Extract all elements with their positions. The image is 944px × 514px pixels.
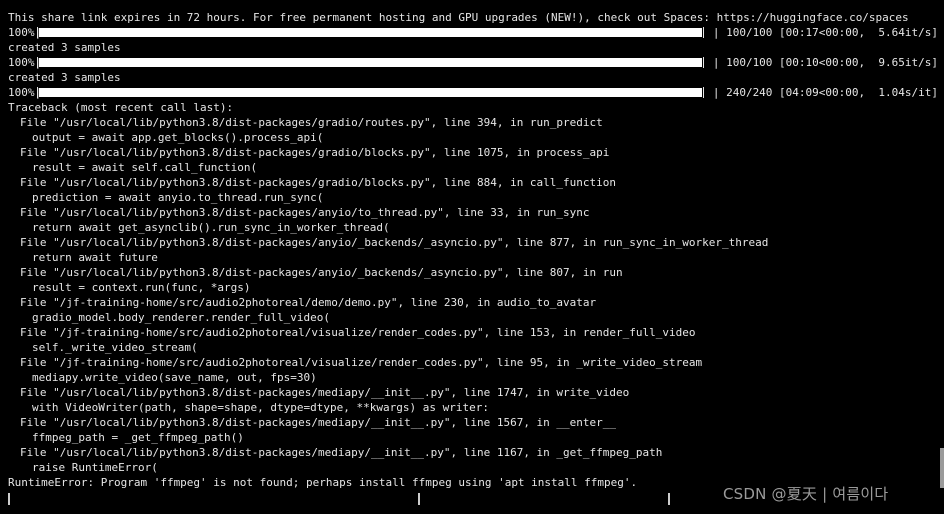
progress-percent: 100%| [8, 26, 42, 39]
traceback-file-line: File "/usr/local/lib/python3.8/dist-pack… [20, 386, 630, 399]
traceback-file-line: File "/usr/local/lib/python3.8/dist-pack… [20, 446, 663, 459]
progress-track [37, 57, 704, 68]
traceback-code-line: output = await app.get_blocks().process_… [32, 131, 324, 144]
share-notice: This share link expires in 72 hours. For… [8, 11, 909, 24]
traceback-code-line: ffmpeg_path = _get_ffmpeg_path() [32, 431, 244, 444]
progress-fill [39, 88, 702, 97]
traceback-file-line: File "/usr/local/lib/python3.8/dist-pack… [20, 146, 610, 159]
traceback-file-line: File "/usr/local/lib/python3.8/dist-pack… [20, 176, 617, 189]
traceback-file-line: File "/usr/local/lib/python3.8/dist-pack… [20, 116, 603, 129]
text-cursor [8, 493, 10, 505]
traceback-file-line: File "/jf-training-home/src/audio2photor… [20, 356, 703, 369]
traceback-code-line: result = await self.call_function( [32, 161, 258, 174]
text-cursor [418, 493, 420, 505]
traceback-code-line: self._write_video_stream( [32, 341, 198, 354]
terminal-output: This share link expires in 72 hours. For… [8, 10, 938, 490]
watermark: CSDN @夏天 | 여름이다 [723, 485, 889, 503]
traceback-header: Traceback (most recent call last): [8, 101, 234, 114]
traceback-code-line: raise RuntimeError( [32, 461, 158, 474]
progress-percent: 100%| [8, 86, 42, 99]
progress-stats: | 240/240 [04:09<00:00, 1.04s/it] [712, 86, 938, 99]
progress-track [37, 87, 704, 98]
traceback-code-line: return await future [32, 251, 158, 264]
progress-bar-2: 100%| | 100/100 [00:10<00:00, 9.65it/s] [8, 55, 938, 70]
progress-percent: 100%| [8, 56, 42, 69]
traceback-code-line: with VideoWriter(path, shape=shape, dtyp… [32, 401, 489, 414]
traceback-file-line: File "/usr/local/lib/python3.8/dist-pack… [20, 206, 590, 219]
traceback-file-line: File "/jf-training-home/src/audio2photor… [20, 326, 696, 339]
progress-stats: | 100/100 [00:17<00:00, 5.64it/s] [712, 26, 938, 39]
traceback-file-line: File "/usr/local/lib/python3.8/dist-pack… [20, 266, 623, 279]
created-samples: created 3 samples [8, 71, 121, 84]
scrollbar-thumb[interactable] [940, 448, 944, 488]
progress-fill [39, 58, 702, 67]
traceback-code-line: prediction = await anyio.to_thread.run_s… [32, 191, 324, 204]
traceback-code-line: mediapy.write_video(save_name, out, fps=… [32, 371, 317, 384]
progress-stats: | 100/100 [00:10<00:00, 9.65it/s] [712, 56, 938, 69]
traceback-code-line: gradio_model.body_renderer.render_full_v… [32, 311, 331, 324]
traceback-file-line: File "/usr/local/lib/python3.8/dist-pack… [20, 416, 617, 429]
created-samples: created 3 samples [8, 41, 121, 54]
progress-bar-1: 100%| | 100/100 [00:17<00:00, 5.64it/s] [8, 25, 938, 40]
progress-fill [39, 28, 702, 37]
traceback-file-line: File "/jf-training-home/src/audio2photor… [20, 296, 597, 309]
traceback-code-line: return await get_asynclib().run_sync_in_… [32, 221, 390, 234]
progress-track [37, 27, 704, 38]
text-cursor [668, 493, 670, 505]
traceback-file-line: File "/usr/local/lib/python3.8/dist-pack… [20, 236, 769, 249]
progress-bar-3: 100%| | 240/240 [04:09<00:00, 1.04s/it] [8, 85, 938, 100]
traceback-code-line: result = context.run(func, *args) [32, 281, 251, 294]
